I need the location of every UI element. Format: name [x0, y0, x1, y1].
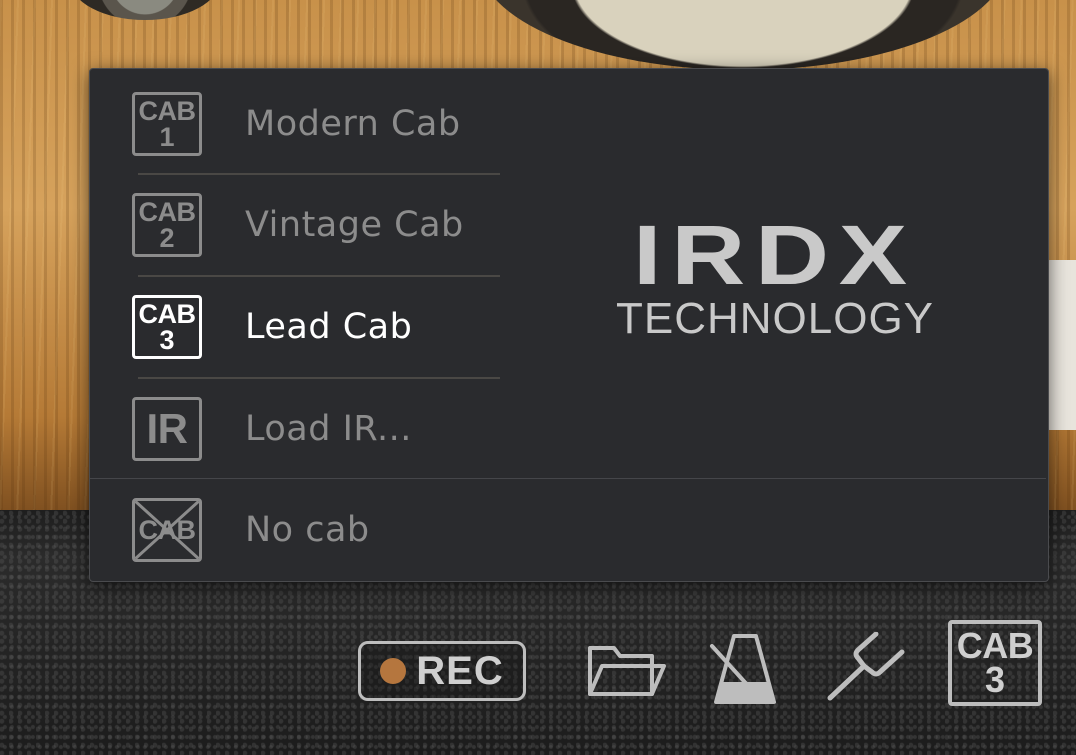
- cab-select-button[interactable]: CAB 3: [948, 620, 1042, 706]
- metronome-icon: [710, 634, 776, 704]
- metronome-button[interactable]: [708, 632, 782, 706]
- no-cab-icon: CAB: [132, 498, 202, 562]
- cab-select-menu: CAB 1 Modern Cab CAB 2 Vintage Cab CAB 3…: [89, 68, 1049, 582]
- ir-icon: IR: [132, 397, 202, 461]
- brand-word: IRDX: [633, 208, 917, 302]
- menu-item-label: Lead Cab: [245, 307, 413, 347]
- menu-item-label: Modern Cab: [245, 104, 461, 144]
- record-button[interactable]: REC: [358, 641, 526, 701]
- menu-item-lead-cab[interactable]: CAB 3 Lead Cab: [90, 276, 510, 378]
- menu-item-label: No cab: [245, 510, 370, 550]
- tuning-fork-icon: [827, 631, 905, 701]
- menu-item-no-cab[interactable]: CAB No cab: [90, 479, 510, 581]
- open-folder-button[interactable]: [586, 636, 668, 702]
- menu-item-modern-cab[interactable]: CAB 1 Modern Cab: [90, 73, 510, 175]
- cab-1-icon: CAB 1: [132, 92, 202, 156]
- record-label: REC: [416, 648, 504, 693]
- menu-item-vintage-cab[interactable]: CAB 2 Vintage Cab: [90, 174, 510, 276]
- tuner-button[interactable]: [824, 631, 906, 704]
- menu-item-label: Load IR...: [245, 409, 412, 449]
- menu-item-label: Vintage Cab: [245, 205, 464, 245]
- folder-icon: [588, 646, 666, 696]
- menu-item-load-ir[interactable]: IR Load IR...: [90, 378, 510, 480]
- cab-2-icon: CAB 2: [132, 193, 202, 257]
- irdx-logo: IRDX TECHNOLOGY: [610, 213, 940, 345]
- record-dot-icon: [380, 658, 407, 684]
- cab-3-icon: CAB 3: [948, 620, 1042, 706]
- cab-3-icon: CAB 3: [132, 295, 202, 359]
